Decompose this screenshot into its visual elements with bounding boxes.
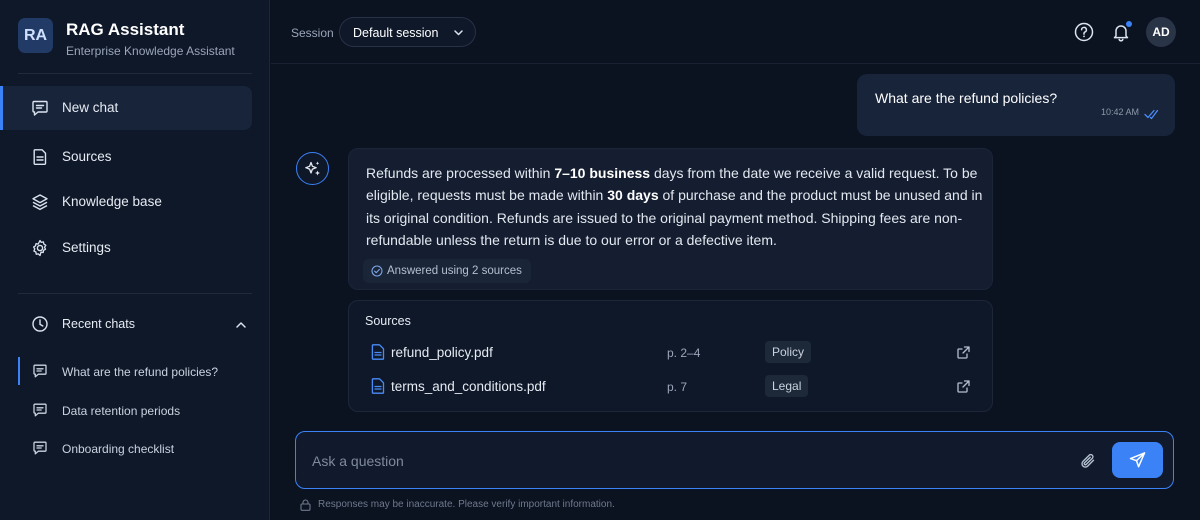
disclaimer: Responses may be inaccurate. Please veri…	[300, 498, 800, 512]
sidebar-item-label: Knowledge base	[62, 194, 162, 209]
recent-chat-item[interactable]: What are the refund policies?	[18, 357, 252, 385]
lock-icon	[300, 499, 311, 511]
help-icon[interactable]	[1073, 21, 1095, 43]
sources-panel: Sources refund_policy.pdf p. 2–4 Policy …	[348, 300, 993, 412]
recent-chat-item[interactable]: Onboarding checklist	[18, 434, 252, 462]
source-row: terms_and_conditions.pdf p. 7 Legal	[349, 371, 994, 401]
pdf-file-icon	[371, 378, 385, 394]
sidebar-item-sources[interactable]: Sources	[0, 135, 252, 179]
chevron-up-icon	[234, 318, 248, 332]
assistant-message-text: Refunds are processed within 7–10 busine…	[366, 165, 983, 248]
pdf-file-icon	[371, 344, 385, 360]
sidebar-item-new-chat[interactable]: New chat	[0, 86, 252, 130]
external-link-icon[interactable]	[956, 379, 971, 394]
brand: RA RAG Assistant Enterprise Knowledge As…	[18, 18, 258, 58]
top-bar: Session Default session AD	[271, 0, 1200, 64]
source-pages: p. 7	[667, 380, 688, 394]
recent-chats-label: Recent chats	[62, 317, 135, 331]
chat-icon	[32, 402, 48, 418]
recent-chat-label: What are the refund policies?	[62, 365, 219, 379]
send-icon	[1129, 452, 1146, 468]
sparkles-icon	[305, 161, 320, 176]
document-icon	[31, 148, 49, 166]
session-value: Default session	[353, 26, 439, 40]
divider	[18, 73, 252, 74]
sources-badge[interactable]: Answered using 2 sources	[363, 259, 531, 283]
recent-chats-toggle[interactable]: Recent chats	[0, 305, 252, 343]
recent-chat-label: Onboarding checklist	[62, 442, 175, 456]
disclaimer-text: Responses may be inaccurate. Please veri…	[318, 499, 615, 510]
source-tag: Policy	[765, 341, 812, 363]
user-message-text: What are the refund policies?	[875, 90, 1058, 106]
check-circle-icon	[371, 265, 383, 277]
sidebar-item-label: New chat	[62, 100, 119, 115]
message-composer	[295, 431, 1174, 489]
chat-icon	[32, 363, 48, 379]
notification-dot	[1126, 21, 1132, 27]
recent-chat-item[interactable]: Data retention periods	[18, 396, 252, 424]
brand-title: RAG Assistant	[66, 20, 185, 39]
chat-icon	[32, 440, 48, 456]
sidebar: RA RAG Assistant Enterprise Knowledge As…	[0, 0, 270, 520]
sidebar-item-settings[interactable]: Settings	[0, 226, 252, 270]
send-button[interactable]	[1112, 442, 1163, 478]
gear-icon	[31, 239, 49, 257]
chevron-down-icon	[452, 26, 465, 39]
external-link-icon[interactable]	[956, 345, 971, 360]
message-time: 10:42 AM	[1101, 107, 1140, 117]
session-select[interactable]: Default session	[339, 17, 476, 47]
source-file-name[interactable]: refund_policy.pdf	[391, 345, 493, 360]
layers-icon	[31, 193, 49, 211]
source-pages: p. 2–4	[667, 346, 701, 360]
brand-logo: RA	[18, 18, 53, 53]
read-receipt-icon	[1144, 108, 1160, 120]
clock-icon	[31, 315, 49, 333]
assistant-avatar	[296, 152, 329, 185]
user-message: What are the refund policies? 10:42 AM	[857, 74, 1175, 136]
divider	[18, 293, 252, 294]
sidebar-item-label: Sources	[62, 149, 112, 164]
brand-subtitle: Enterprise Knowledge Assistant	[66, 44, 235, 58]
session-label: Session	[291, 26, 334, 40]
assistant-message: Refunds are processed within 7–10 busine…	[348, 148, 993, 290]
source-tag: Legal	[765, 375, 809, 397]
question-input[interactable]	[312, 450, 1052, 472]
recent-chat-label: Data retention periods	[62, 404, 181, 418]
sources-title: Sources	[365, 314, 411, 328]
sidebar-item-knowledge-base[interactable]: Knowledge base	[0, 180, 252, 224]
avatar[interactable]: AD	[1146, 17, 1176, 47]
source-file-name[interactable]: terms_and_conditions.pdf	[391, 379, 546, 394]
sources-badge-label: Answered using 2 sources	[387, 265, 522, 277]
chat-icon	[31, 99, 49, 117]
paperclip-icon[interactable]	[1079, 452, 1097, 470]
sidebar-item-label: Settings	[62, 240, 111, 255]
source-row: refund_policy.pdf p. 2–4 Policy	[349, 337, 994, 367]
